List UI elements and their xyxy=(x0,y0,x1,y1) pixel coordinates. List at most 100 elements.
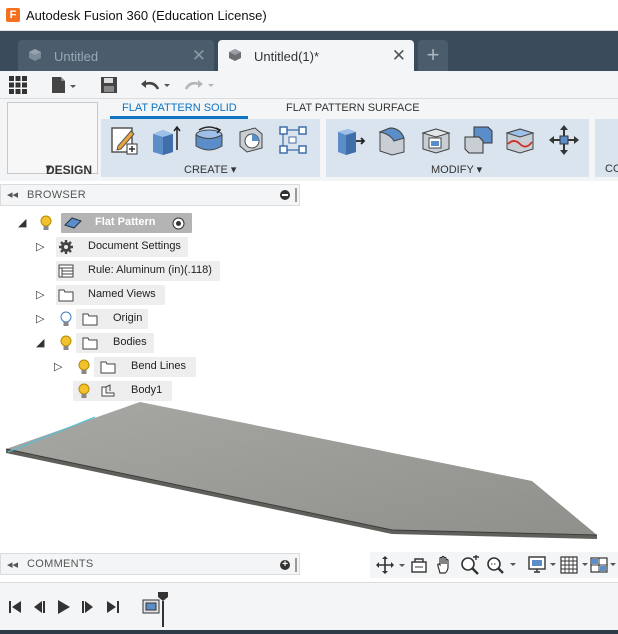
folder-icon xyxy=(58,289,74,302)
window-title: Autodesk Fusion 360 (Education License) xyxy=(26,8,267,23)
comments-panel-header: ◂◂ COMMENTS + xyxy=(0,553,300,575)
pan-hand-icon[interactable] xyxy=(434,555,454,575)
tree-label: Body1 xyxy=(131,384,163,396)
tree-node-bend-lines[interactable]: ▷ Bend Lines xyxy=(0,357,200,377)
gear-icon xyxy=(59,240,73,254)
sheet-metal-rule-icon xyxy=(58,264,74,278)
expand-triangle-icon[interactable]: ▷ xyxy=(36,312,44,325)
workspace-switcher-button[interactable]: DESIGN ▾ xyxy=(7,102,98,177)
expand-triangle-icon[interactable]: ▷ xyxy=(36,240,44,253)
lightbulb-icon[interactable] xyxy=(40,215,52,231)
go-to-start-icon[interactable] xyxy=(8,600,22,614)
activate-radio-icon[interactable] xyxy=(172,217,185,230)
timeline xyxy=(0,582,618,630)
lightbulb-icon[interactable] xyxy=(60,335,72,351)
tree-node-bodies[interactable]: ◢ Bodies xyxy=(0,333,200,353)
pattern-icon[interactable] xyxy=(277,124,309,156)
undo-icon[interactable] xyxy=(140,76,172,94)
step-back-icon[interactable] xyxy=(32,600,46,614)
lightbulb-icon[interactable] xyxy=(78,383,90,399)
tree-node-body1[interactable]: Body1 xyxy=(0,381,200,401)
extrude-icon[interactable] xyxy=(149,124,181,156)
collapse-panel-icon[interactable]: ◂◂ xyxy=(7,558,18,571)
press-pull-icon[interactable] xyxy=(334,124,366,156)
tree-label: Flat Pattern xyxy=(95,216,156,228)
grid-settings-icon[interactable] xyxy=(560,555,590,575)
expand-triangle-icon[interactable]: ▷ xyxy=(36,288,44,301)
create-sketch-icon[interactable] xyxy=(109,124,141,156)
tree-label: Bodies xyxy=(113,336,147,348)
close-icon[interactable]: ✕ xyxy=(392,46,406,66)
go-to-end-icon[interactable] xyxy=(106,600,120,614)
revolve-icon[interactable] xyxy=(193,124,225,156)
step-forward-icon[interactable] xyxy=(81,600,95,614)
tab-flat-pattern-solid[interactable]: FLAT PATTERN SOLID xyxy=(122,102,237,114)
lightbulb-icon[interactable] xyxy=(78,359,90,375)
title-bar: F Autodesk Fusion 360 (Education License… xyxy=(0,0,618,31)
replace-face-icon[interactable] xyxy=(504,124,536,156)
tree-node-origin[interactable]: ▷ Origin xyxy=(0,309,200,329)
tree-label: Origin xyxy=(113,312,143,324)
look-at-icon[interactable] xyxy=(410,556,428,574)
flat-pattern-body[interactable] xyxy=(0,395,618,545)
create-group-label[interactable]: CREATE ▾ xyxy=(184,163,236,176)
timeline-marker-handle[interactable] xyxy=(157,591,169,627)
tree-node-flat-pattern[interactable]: ◢ Flat Pattern xyxy=(0,213,200,233)
add-comment-icon[interactable]: + xyxy=(280,560,290,570)
shell-icon[interactable] xyxy=(420,124,452,156)
document-tab-strip: Untitled ✕ Untitled(1)* ✕ xyxy=(0,31,618,71)
close-icon[interactable]: ✕ xyxy=(192,46,206,66)
comments-title: COMMENTS xyxy=(27,558,94,570)
bottom-edge xyxy=(0,630,618,634)
tree-label: Document Settings xyxy=(88,240,181,252)
doc-tab-untitled[interactable]: Untitled ✕ xyxy=(18,40,214,71)
tree-label: Named Views xyxy=(88,288,156,300)
zoom-icon[interactable] xyxy=(460,555,480,575)
new-tab-button[interactable]: + xyxy=(418,40,448,71)
collapse-triangle-icon[interactable]: ◢ xyxy=(18,216,26,229)
document-cube-icon xyxy=(29,49,41,61)
save-icon[interactable] xyxy=(100,76,118,94)
doc-tab-untitled-1[interactable]: Untitled(1)* ✕ xyxy=(218,40,414,71)
browser-title: BROWSER xyxy=(27,189,86,201)
tree-label: Bend Lines xyxy=(131,360,187,372)
orbit-icon[interactable] xyxy=(376,556,406,574)
sweep-icon[interactable] xyxy=(235,124,267,156)
browser-panel-header: ◂◂ BROWSER xyxy=(0,184,300,206)
tab-flat-pattern-surface[interactable]: FLAT PATTERN SURFACE xyxy=(286,102,420,114)
construct-group-label[interactable]: CO xyxy=(605,163,618,175)
combine-icon[interactable] xyxy=(462,124,494,156)
doc-tab-label: Untitled xyxy=(54,49,99,64)
viewports-icon[interactable] xyxy=(590,555,618,575)
collapse-panel-icon[interactable]: ◂◂ xyxy=(7,188,18,201)
navigation-bar xyxy=(370,552,618,578)
expand-triangle-icon[interactable]: ▷ xyxy=(54,360,62,373)
collapse-triangle-icon[interactable]: ◢ xyxy=(36,336,44,349)
tree-label: Rule: Aluminum (in)(.118) xyxy=(88,264,212,276)
create-group: CREATE ▾ xyxy=(101,119,320,177)
play-icon[interactable] xyxy=(57,599,71,615)
fusion-logo-icon: F xyxy=(6,8,20,22)
quick-access-toolbar xyxy=(0,71,618,99)
modify-group-label[interactable]: MODIFY ▾ xyxy=(431,163,482,176)
app-grid-icon[interactable] xyxy=(9,76,27,94)
fillet-icon[interactable] xyxy=(376,124,408,156)
tree-node-document-settings[interactable]: ▷ Document Settings xyxy=(0,237,200,257)
panel-resize-handle[interactable] xyxy=(295,558,297,572)
fit-zoom-icon[interactable] xyxy=(486,555,518,575)
folder-icon xyxy=(100,361,116,374)
move-icon[interactable] xyxy=(548,124,580,156)
modify-group: MODIFY ▾ xyxy=(326,119,589,177)
redo-icon[interactable] xyxy=(184,76,216,94)
lightbulb-off-icon[interactable] xyxy=(60,311,72,327)
tree-node-named-views[interactable]: ▷ Named Views xyxy=(0,285,200,305)
document-cube-icon xyxy=(229,49,241,61)
display-settings-icon[interactable] xyxy=(528,555,558,575)
tree-node-rule[interactable]: Rule: Aluminum (in)(.118) xyxy=(0,261,230,281)
folder-icon xyxy=(82,313,98,326)
minimize-icon[interactable] xyxy=(280,190,290,200)
flat-pattern-icon xyxy=(64,217,82,229)
file-menu-icon[interactable] xyxy=(51,76,77,94)
sheet-metal-body-icon xyxy=(101,384,115,397)
panel-resize-handle[interactable] xyxy=(295,188,297,202)
